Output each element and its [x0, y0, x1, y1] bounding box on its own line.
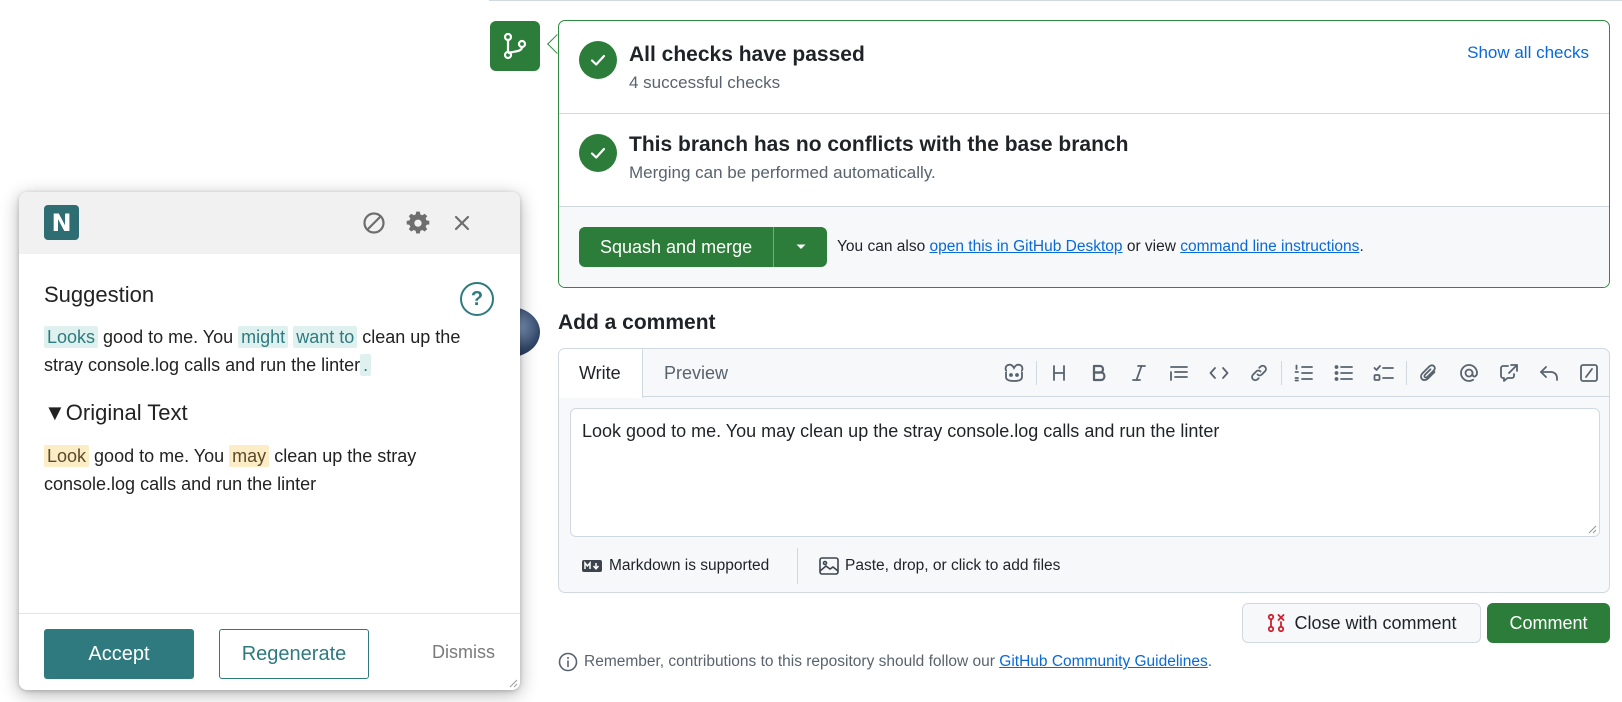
markdown-icon	[582, 560, 602, 572]
dismiss-button[interactable]: Dismiss	[432, 642, 495, 663]
check-icon	[579, 134, 617, 172]
added-word: want to	[293, 326, 358, 348]
quote-icon[interactable]	[1159, 349, 1199, 397]
regenerate-button[interactable]: Regenerate	[219, 629, 369, 679]
cross-reference-icon[interactable]	[1489, 349, 1529, 397]
community-guidelines-link[interactable]: GitHub Community Guidelines	[999, 653, 1207, 670]
squash-and-merge-button[interactable]: Squash and merge	[579, 227, 827, 267]
toolbar-divider	[1281, 361, 1282, 385]
link-icon[interactable]	[1239, 349, 1279, 397]
comment-editor: Write Preview Look good to me. You may c…	[558, 348, 1610, 593]
add-files-button[interactable]: Paste, drop, or click to add files	[819, 557, 1060, 575]
original-segment: good to me. You	[89, 446, 230, 466]
resize-grip-icon[interactable]	[1587, 524, 1597, 534]
contribution-guidelines-note: Remember, contributions to this reposito…	[558, 652, 1212, 672]
code-icon[interactable]	[1199, 349, 1239, 397]
suggestion-text: Looks good to me. You might want to clea…	[44, 323, 484, 379]
disable-icon[interactable]	[361, 210, 387, 236]
popup-header: N	[19, 192, 520, 254]
checks-subtitle: 4 successful checks	[629, 73, 781, 92]
attach-icon[interactable]	[1409, 349, 1449, 397]
image-icon	[819, 557, 839, 575]
caret-down-icon[interactable]	[774, 227, 827, 267]
resize-grip-icon[interactable]	[508, 678, 518, 688]
suggestion-segment: good to me. You	[98, 327, 239, 347]
merge-actions: Squash and merge You can also open this …	[559, 207, 1609, 287]
show-all-checks-link[interactable]: Show all checks	[1467, 43, 1589, 63]
info-icon	[558, 652, 578, 672]
open-in-desktop-link[interactable]: open this in GitHub Desktop	[930, 238, 1123, 255]
writing-assistant-popup: N Suggestion ? Looks good to me. You mig…	[19, 192, 520, 690]
merge-note-suffix: .	[1359, 238, 1364, 255]
copilot-icon[interactable]	[994, 349, 1034, 397]
merge-note-mid: or view	[1122, 238, 1181, 255]
reply-icon[interactable]	[1529, 349, 1569, 397]
italic-icon[interactable]	[1119, 349, 1159, 397]
original-text: Look good to me. You may clean up the st…	[44, 442, 484, 498]
conflicts-row: This branch has no conflicts with the ba…	[559, 114, 1609, 207]
suggestion-title: Suggestion	[44, 282, 155, 307]
added-word: might	[238, 326, 289, 348]
slash-command-icon[interactable]	[1569, 349, 1609, 397]
checks-row: All checks have passed 4 successful chec…	[559, 21, 1609, 114]
comment-text[interactable]: Look good to me. You may clean up the st…	[582, 421, 1219, 442]
add-files-label: Paste, drop, or click to add files	[845, 557, 1061, 574]
check-icon	[579, 41, 617, 79]
added-word: .	[360, 354, 372, 376]
guidelines-prefix: Remember, contributions to this reposito…	[584, 653, 1000, 670]
close-with-comment-label: Close with comment	[1294, 612, 1457, 633]
toolbar-divider	[1406, 361, 1407, 385]
merge-box: All checks have passed 4 successful chec…	[558, 20, 1610, 288]
original-text-toggle[interactable]: ▼Original Text	[44, 400, 188, 426]
accept-button[interactable]: Accept	[44, 629, 194, 679]
heading-icon[interactable]	[1039, 349, 1079, 397]
editor-footer: Markdown is supported Paste, drop, or cl…	[559, 539, 1609, 592]
merge-alternatives-note: You can also open this in GitHub Desktop…	[837, 238, 1364, 256]
conflicts-title: This branch has no conflicts with the ba…	[629, 133, 1129, 156]
comment-textarea[interactable]: Look good to me. You may clean up the st…	[570, 408, 1600, 537]
timeline-top-border	[489, 0, 1622, 1]
help-icon[interactable]: ?	[460, 282, 494, 316]
markdown-supported-link[interactable]: Markdown is supported	[581, 557, 769, 575]
markdown-toolbar	[994, 349, 1609, 397]
checks-title: All checks have passed	[629, 43, 865, 66]
git-branch-icon	[490, 21, 540, 71]
added-word: Looks	[44, 326, 99, 348]
gear-icon[interactable]	[405, 210, 431, 236]
popup-divider	[19, 613, 520, 614]
tab-write[interactable]: Write	[559, 349, 643, 398]
toolbar-divider	[1036, 361, 1037, 385]
comment-button[interactable]: Comment	[1487, 603, 1610, 643]
close-with-comment-button[interactable]: Close with comment	[1242, 603, 1481, 643]
add-comment-title: Add a comment	[558, 311, 716, 334]
extension-logo: N	[44, 205, 79, 240]
ordered-list-icon[interactable]	[1284, 349, 1324, 397]
close-icon[interactable]	[449, 210, 475, 236]
tab-preview[interactable]: Preview	[664, 349, 728, 397]
squash-and-merge-label[interactable]: Squash and merge	[579, 227, 774, 267]
merge-note-prefix: You can also	[837, 238, 930, 255]
pull-request-closed-icon	[1268, 613, 1285, 633]
markdown-supported-label: Markdown is supported	[609, 557, 770, 574]
changed-word: Look	[44, 445, 90, 467]
command-line-instructions-link[interactable]: command line instructions	[1180, 238, 1359, 255]
editor-tabs: Write Preview	[559, 349, 1609, 398]
task-list-icon[interactable]	[1364, 349, 1404, 397]
changed-word: may	[229, 445, 270, 467]
unordered-list-icon[interactable]	[1324, 349, 1364, 397]
bold-icon[interactable]	[1079, 349, 1119, 397]
mention-icon[interactable]	[1449, 349, 1489, 397]
conflicts-subtitle: Merging can be performed automatically.	[629, 163, 936, 182]
footer-divider	[797, 548, 798, 584]
guidelines-suffix: .	[1207, 653, 1213, 670]
